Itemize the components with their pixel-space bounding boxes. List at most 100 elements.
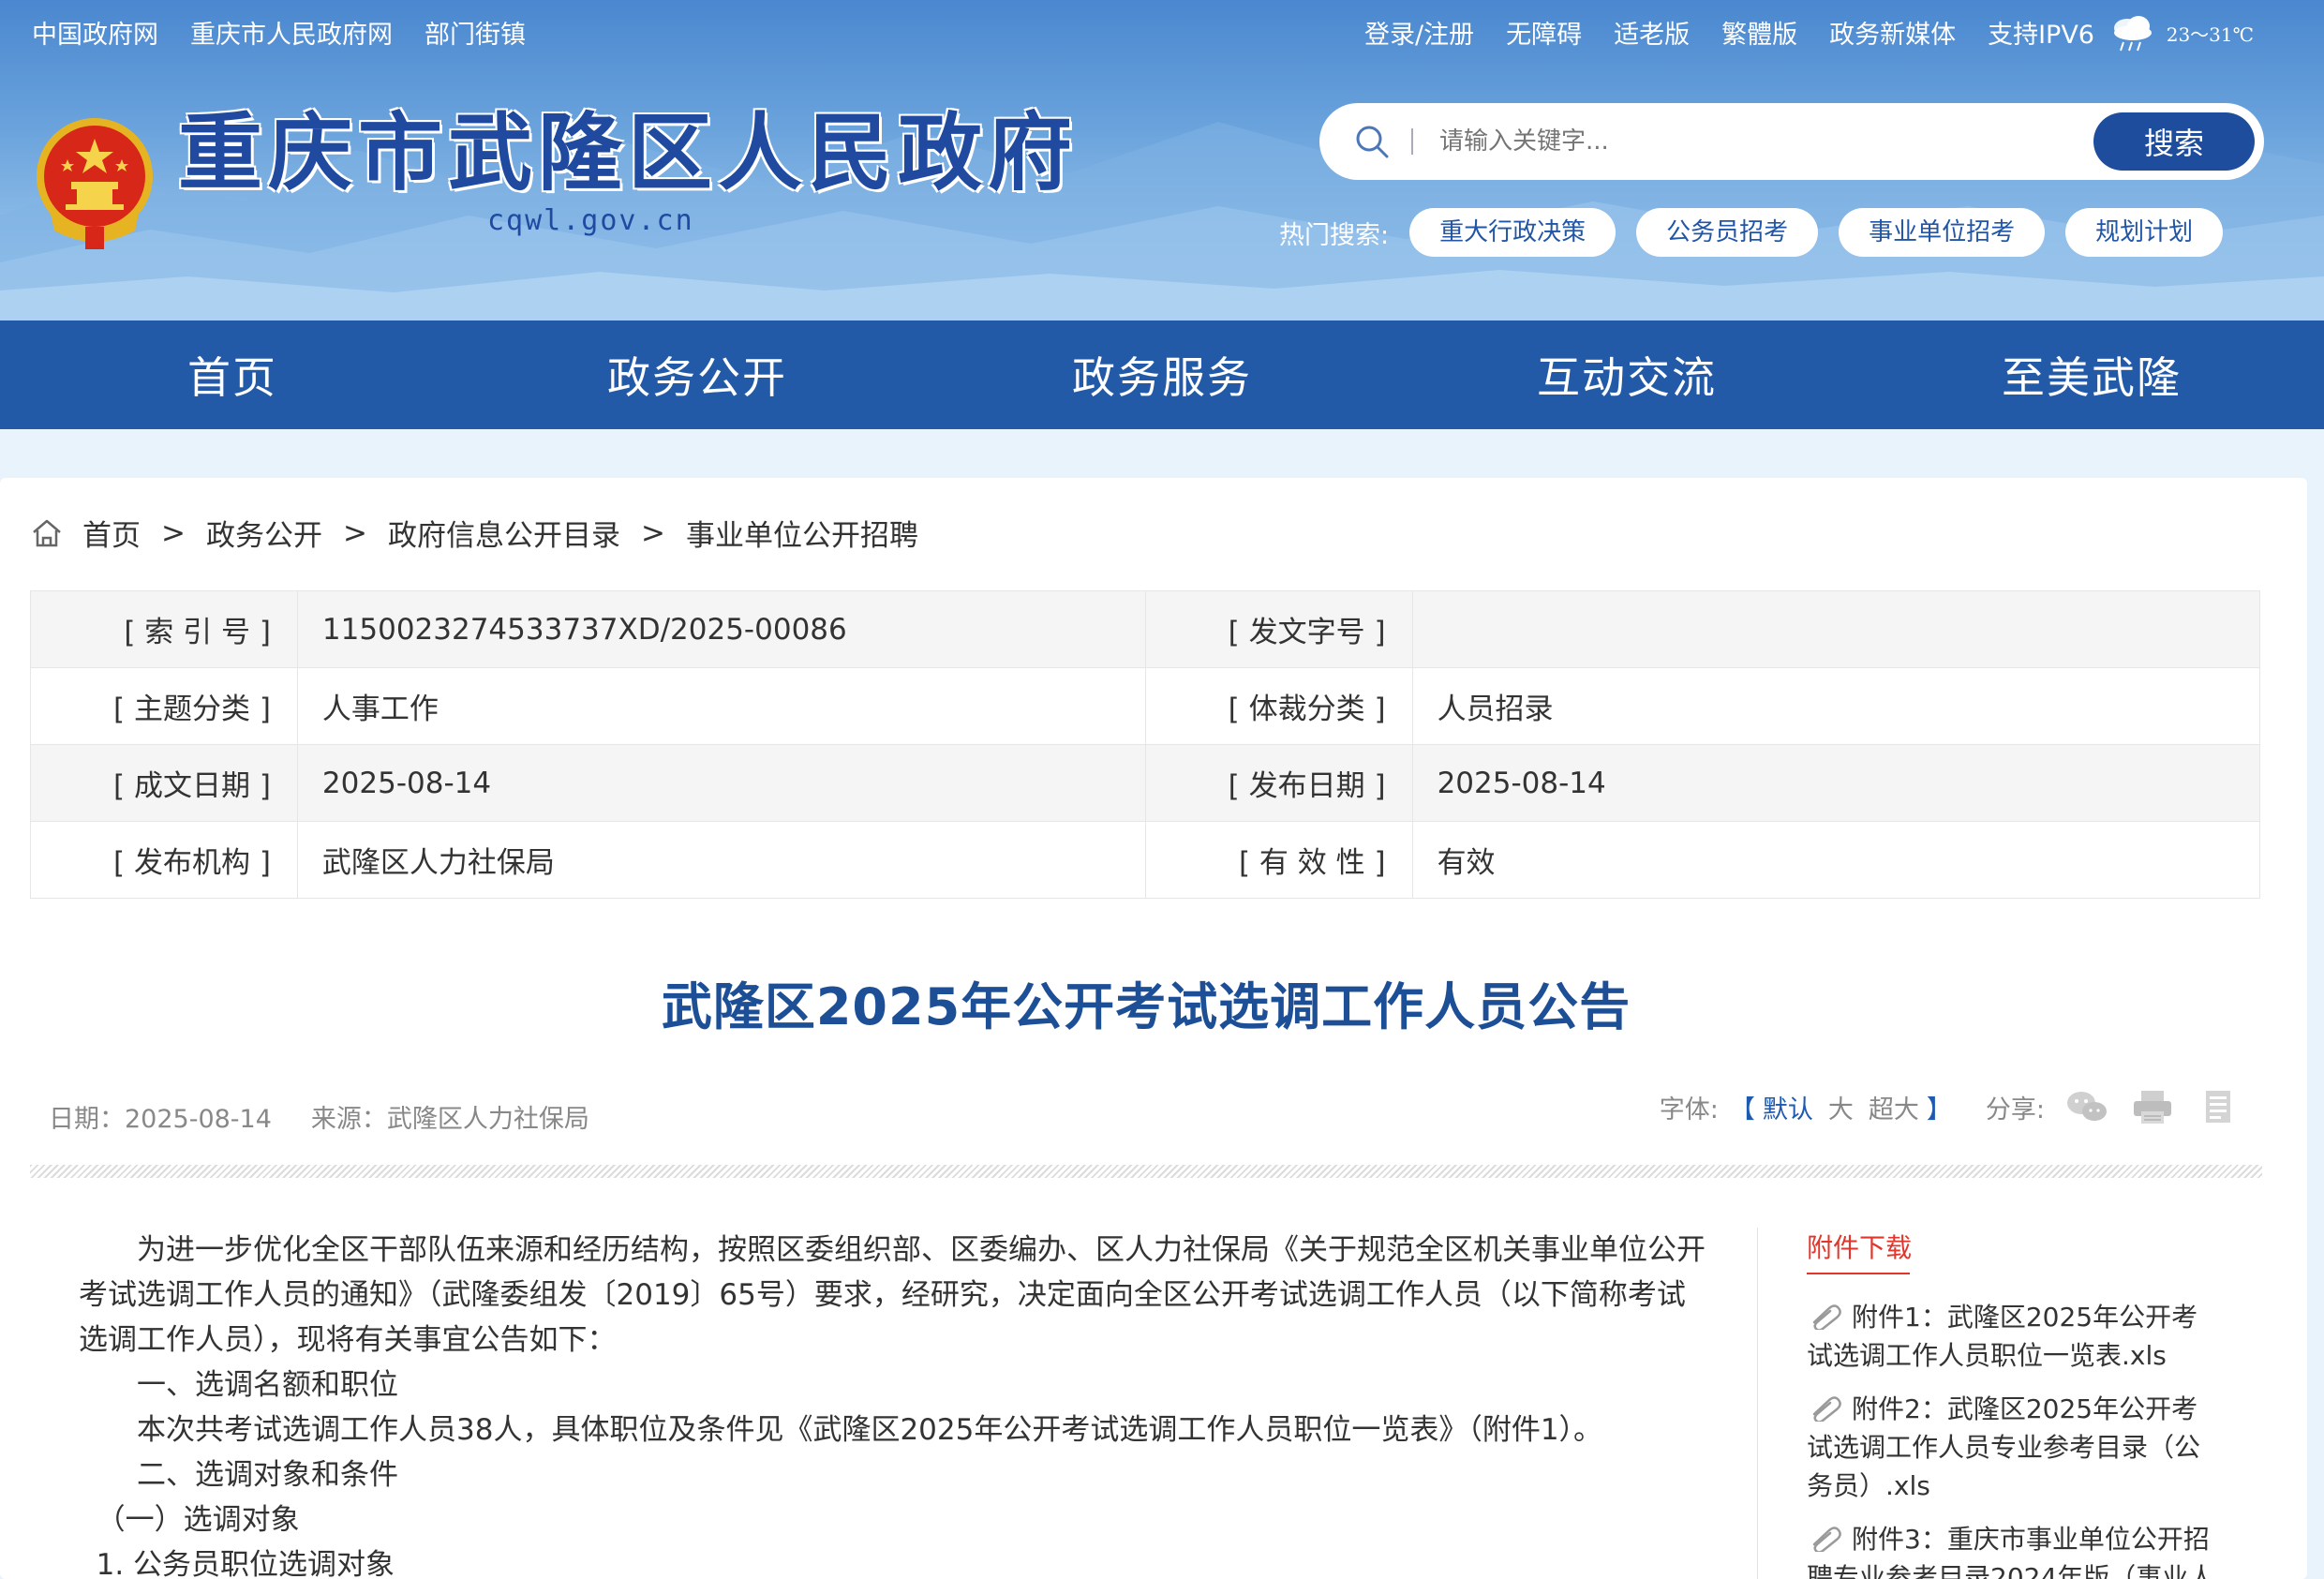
meta-label-index: [ 索 引 号 ] [30,590,298,668]
meta-label-validity: [ 有 效 性 ] [1144,821,1413,899]
content-panel: 首页 > 政务公开 > 政府信息公开目录 > 事业单位公开招聘 [ 索 引 号 … [0,478,2307,1579]
breadcrumb-separator: > [640,515,665,550]
breadcrumb-separator: > [342,515,367,550]
font-size-default[interactable]: 默认 [1763,1089,1813,1125]
attachment-link[interactable]: 附件3：重庆市事业单位公开招聘专业参考目录2024年版（事业人 [1807,1520,2219,1579]
hot-tag-public-institution[interactable]: 事业单位招考 [1839,208,2046,257]
font-size-large[interactable]: 大 [1828,1089,1854,1125]
meta-row: [ 主题分类 ] 人事工作 [ 体裁分类 ] 人员招录 [30,667,2261,745]
meta-value-doc-number [1411,590,2261,668]
attachments-heading: 附件下载 [1807,1232,1913,1263]
breadcrumb-gov-affairs[interactable]: 政务公开 [206,512,322,554]
article-info: 日期：2025-08-14 来源：武隆区人力社保局 [49,1098,589,1135]
breadcrumb-catalog[interactable]: 政府信息公开目录 [388,512,620,554]
meta-label-publisher: [ 发布机构 ] [30,821,298,899]
attachment-link[interactable]: 附件2：武隆区2025年公开考试选调工作人员专业参考目录（公务员）.xls [1807,1390,2219,1505]
meta-value-topic: 人事工作 [296,667,1146,745]
site-header: 中国政府网 重庆市人民政府网 部门街镇 登录/注册 无障碍 适老版 繁體版 政务… [0,0,2324,320]
nav-home[interactable]: 首页 [0,320,465,429]
nav-gov-affairs-open[interactable]: 政务公开 [465,320,930,429]
article-section-heading: 一、选调名额和职位 [137,1368,398,1402]
search-box: 搜索 [1321,105,2262,178]
meta-value-publish-date: 2025-08-14 [1411,744,2261,822]
top-links: 中国政府网 重庆市人民政府网 部门街镇 [32,17,526,54]
attachment-title: 附件1：武隆区2025年公开考试选调工作人员职位一览表.xls [1807,1302,2198,1371]
article-tools: 字体: 【 默认 大 超大 】 分享: [1660,1087,2242,1126]
attachments-list: 附件1：武隆区2025年公开考试选调工作人员职位一览表.xls 附件2：武隆区2… [1807,1298,2219,1579]
meta-row: [ 成文日期 ] 2025-08-14 [ 发布日期 ] 2025-08-14 [30,744,2261,822]
national-emblem-icon [37,118,153,249]
search-icon [1356,126,1389,158]
attachments-heading-underline [1807,1273,1910,1274]
breadcrumb-separator: > [161,515,186,550]
hatched-divider [30,1165,2262,1178]
top-link-gov-cn[interactable]: 中国政府网 [32,17,158,54]
meta-value-genre: 人员招录 [1411,667,2261,745]
meta-row: [ 发布机构 ] 武隆区人力社保局 [ 有 效 性 ] 有效 [30,821,2261,899]
hot-tag-civil-servant[interactable]: 公务员招考 [1636,208,1819,257]
meta-label-publish-date: [ 发布日期 ] [1144,744,1413,822]
main-nav: 首页 政务公开 政务服务 互动交流 至美武隆 [0,320,2324,429]
meta-value-publisher: 武隆区人力社保局 [296,821,1146,899]
font-size-xlarge[interactable]: 超大 [1869,1089,1919,1125]
search-input[interactable] [1439,127,2093,156]
document-meta-table: [ 索 引 号 ] 1150023274533737XD/2025-00086 … [30,590,2261,899]
document-icon[interactable] [2195,1087,2242,1126]
breadcrumb-recruitment[interactable]: 事业单位公开招聘 [686,512,918,554]
nav-wulong[interactable]: 至美武隆 [1859,320,2324,429]
site-domain: cqwl.gov.cn [487,204,694,237]
site-title: 重庆市武隆区人民政府 [178,103,1078,202]
top-link-cq-gov[interactable]: 重庆市人民政府网 [190,17,393,54]
wechat-icon[interactable] [2063,1087,2110,1126]
hot-tag-major-decisions[interactable]: 重大行政决策 [1409,208,1616,257]
hot-search: 热门搜索: 重大行政决策 公务员招考 事业单位招考 规划计划 [1279,208,2224,257]
new-media-link[interactable]: 政务新媒体 [1829,17,1956,54]
article-body: 为进一步优化全区干部队伍来源和经历结构，按照区委组织部、区委编办、区人力社保局《… [79,1228,1714,1579]
utility-links: 登录/注册 无障碍 适老版 繁體版 政务新媒体 支持IPV6 [1364,17,2094,54]
share-label: 分享: [1985,1095,2045,1125]
hot-tag-planning[interactable]: 规划计划 [2065,208,2224,257]
weather-widget: 23～31℃ [2107,9,2254,56]
attachment-title: 附件2：武隆区2025年公开考试选调工作人员专业参考目录（公务员）.xls [1807,1393,2201,1501]
meta-label-genre: [ 体裁分类 ] [1144,667,1413,745]
article-subheading: （一）选调对象 [96,1503,300,1537]
nav-gov-services[interactable]: 政务服务 [930,320,1394,429]
article-paragraph: 为进一步优化全区干部队伍来源和经历结构，按照区委组织部、区委编办、区人力社保局《… [79,1233,1706,1357]
meta-row: [ 索 引 号 ] 1150023274533737XD/2025-00086 … [30,590,2261,668]
login-register-link[interactable]: 登录/注册 [1364,17,1474,54]
search-separator [1411,128,1413,155]
article-source: 来源：武隆区人力社保局 [310,1105,589,1134]
paperclip-icon [1812,1396,1841,1422]
top-link-departments[interactable]: 部门街镇 [425,17,526,54]
elderly-mode-link[interactable]: 适老版 [1614,17,1690,54]
traditional-chinese-link[interactable]: 繁體版 [1721,17,1797,54]
attachment-link[interactable]: 附件1：武隆区2025年公开考试选调工作人员职位一览表.xls [1807,1298,2219,1375]
search-button[interactable]: 搜索 [2093,112,2255,171]
article-title: 武隆区2025年公开考试选调工作人员公告 [661,977,1631,1036]
font-size-label: 字体: [1659,1095,1719,1125]
accessibility-link[interactable]: 无障碍 [1506,17,1582,54]
attachment-title: 附件3：重庆市事业单位公开招聘专业参考目录2024年版（事业人 [1807,1524,2215,1579]
sidebar-divider [1757,1228,1758,1579]
weather-temperature: 23～31℃ [2166,22,2254,46]
meta-label-doc-number: [ 发文字号 ] [1144,590,1413,668]
article-date: 日期：2025-08-14 [49,1105,272,1134]
meta-value-index: 1150023274533737XD/2025-00086 [296,590,1146,668]
meta-value-written-date: 2025-08-14 [296,744,1146,822]
meta-label-topic: [ 主题分类 ] [30,667,298,745]
font-size-open-bracket: 【 [1729,1095,1755,1125]
meta-label-written-date: [ 成文日期 ] [30,744,298,822]
breadcrumb-home[interactable]: 首页 [82,512,141,554]
meta-value-validity: 有效 [1411,821,2261,899]
article-subheading: 1. 公务员职位选调对象 [96,1548,395,1579]
paperclip-icon [1812,1304,1841,1330]
home-icon[interactable] [30,516,64,550]
print-icon[interactable] [2129,1087,2176,1126]
font-size-close-bracket: 】 [1926,1095,1952,1125]
ipv6-link[interactable]: 支持IPV6 [1988,17,2094,54]
paperclip-icon [1812,1527,1841,1552]
article-paragraph: 本次共考试选调工作人员38人，具体职位及条件见《武隆区2025年公开考试选调工作… [137,1413,1603,1447]
cloud-rain-icon [2113,16,2152,52]
nav-interaction[interactable]: 互动交流 [1394,320,1859,429]
hot-search-label: 热门搜索: [1279,220,1390,250]
